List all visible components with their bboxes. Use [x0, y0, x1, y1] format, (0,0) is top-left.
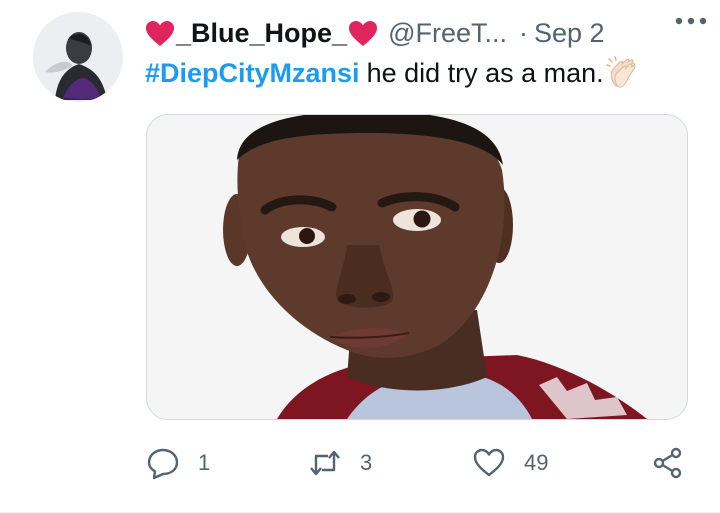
portrait-photo	[147, 115, 687, 419]
retweet-count: 3	[360, 450, 373, 475]
reply-icon	[147, 448, 179, 480]
red-heart-icon	[146, 20, 174, 46]
more-options-icon[interactable]	[674, 16, 708, 26]
avatar-image	[33, 12, 123, 102]
display-name[interactable]: _Blue_Hope_	[176, 18, 347, 49]
share-icon	[653, 447, 682, 479]
like-heart-icon	[473, 448, 505, 477]
clapping-hands-icon	[605, 56, 636, 88]
reply-button[interactable]: 1	[146, 440, 210, 486]
tweet-media[interactable]	[146, 114, 688, 420]
avatar[interactable]	[33, 12, 123, 102]
hashtag-link[interactable]: #DiepCityMzansi	[145, 58, 360, 89]
retweet-button[interactable]: 3	[308, 440, 372, 486]
reply-count: 1	[198, 450, 211, 475]
tweet-header: _Blue_Hope_ @FreeT... · Sep 2	[145, 14, 706, 52]
user-handle[interactable]: @FreeT...	[388, 18, 507, 49]
tweet-date[interactable]: Sep 2	[534, 18, 605, 49]
tweet-body: he did try as a man.	[366, 57, 604, 88]
like-button[interactable]: 49	[472, 440, 548, 486]
share-button[interactable]	[651, 440, 685, 486]
retweet-icon	[310, 450, 340, 476]
red-heart-icon	[349, 20, 378, 46]
like-count: 49	[524, 450, 549, 475]
separator-dot: ·	[519, 17, 528, 48]
tweet-actions: 1 3 49	[146, 440, 691, 486]
tweet-text: #DiepCityMzansi he did try as a man.	[145, 56, 640, 90]
